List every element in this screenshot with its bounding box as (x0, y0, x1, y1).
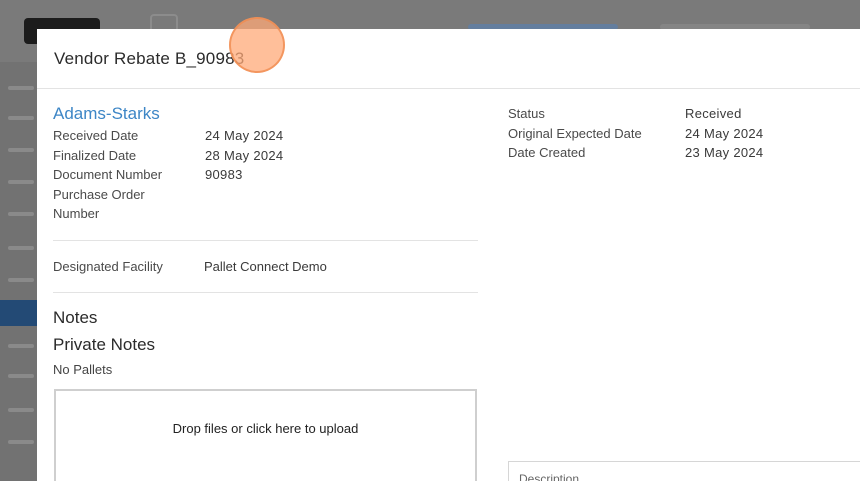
detail-value: 24 May 2024 (205, 128, 284, 143)
detail-label: Received Date (53, 128, 139, 143)
vendor-link[interactable]: Adams-Starks (53, 104, 478, 124)
background-sidebar-row (8, 374, 34, 378)
background-sidebar-row (8, 278, 34, 282)
modal-title: Vendor Rebate B_90983 (54, 48, 245, 68)
detail-label: Finalized Date (53, 147, 137, 163)
status-value: 24 May 2024 (685, 125, 764, 141)
detail-row-finalized-date: Finalized Date 28 May 2024 (53, 146, 478, 166)
background-sidebar-row (8, 86, 34, 90)
background-sidebar-row (8, 212, 34, 216)
detail-row-received-date: Received Date 24 May 2024 (53, 126, 478, 146)
divider (53, 291, 478, 293)
detail-row-document-number: Document Number 90983 (53, 165, 478, 185)
background-sidebar-row (8, 344, 34, 348)
facility-label: Designated Facility (53, 258, 163, 274)
upload-prompt: Drop files or click here to upload (172, 420, 359, 436)
background-sidebar-row (8, 148, 34, 152)
notes-heading: Notes (53, 307, 98, 327)
private-notes-heading: Private Notes (53, 334, 156, 354)
detail-value: 90983 (205, 167, 243, 182)
detail-row-purchase-order-number: Purchase Order Number (53, 185, 478, 224)
status-value: Received (685, 106, 742, 121)
background-sidebar (0, 62, 40, 481)
background-sidebar-row (8, 180, 34, 184)
status-label: Original Expected Date (508, 125, 642, 141)
background-sidebar-active-item (0, 300, 40, 326)
facility-value: Pallet Connect Demo (204, 258, 327, 274)
detail-row-designated-facility: Designated Facility Pallet Connect Demo (53, 241, 478, 292)
background-sidebar-row (8, 246, 34, 250)
original-expected-date-row: Original Expected Date 24 May 2024 (508, 124, 860, 144)
detail-label: Document Number (53, 167, 163, 182)
description-field[interactable]: Description (508, 461, 860, 481)
status-label: Date Created (508, 145, 586, 160)
background-sidebar-row (8, 408, 34, 412)
file-upload-dropzone[interactable]: Drop files or click here to upload (54, 388, 477, 481)
date-created-row: Date Created 23 May 2024 (508, 143, 860, 163)
click-indicator (229, 17, 285, 73)
status-column: Status Received Original Expected Date 2… (508, 104, 860, 163)
status-value: 23 May 2024 (685, 145, 764, 160)
background-sidebar-row (8, 440, 34, 444)
modal-header: Vendor Rebate B_90983 (37, 29, 860, 89)
status-label: Status (508, 106, 545, 121)
no-pallets-text: No Pallets (53, 361, 113, 377)
detail-value: 28 May 2024 (205, 147, 284, 163)
description-label: Description (519, 472, 580, 481)
detail-label: Purchase Order Number (53, 186, 145, 222)
details-column: Adams-Starks Received Date 24 May 2024 F… (53, 104, 478, 481)
background-sidebar-row (8, 116, 34, 120)
vendor-rebate-modal: Vendor Rebate B_90983 Adams-Starks Recei… (37, 29, 860, 481)
status-row: Status Received (508, 104, 860, 124)
